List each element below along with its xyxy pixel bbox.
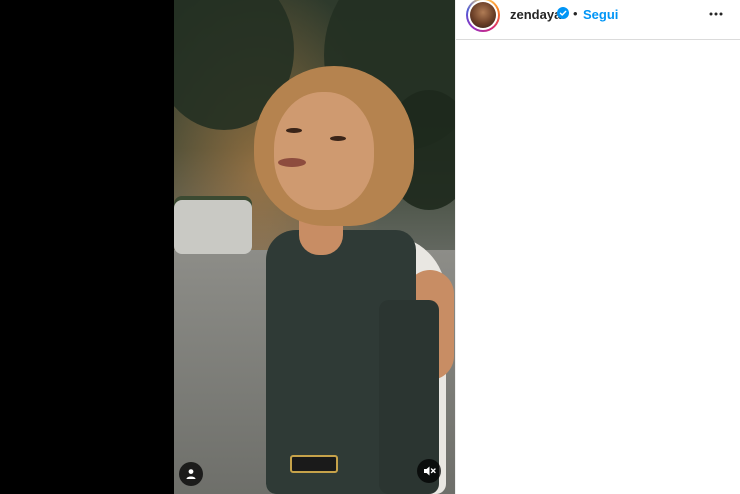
post-header: zendaya • Segui — [456, 0, 740, 40]
tagged-users-button[interactable] — [179, 462, 203, 486]
separator-dot: • — [573, 6, 578, 21]
user-tag-icon — [186, 469, 196, 479]
eye — [330, 136, 346, 141]
username-link[interactable]: zendaya — [510, 7, 561, 22]
follow-button[interactable]: Segui — [583, 7, 618, 22]
more-options-button[interactable] — [706, 4, 726, 24]
post-video[interactable] — [174, 0, 455, 494]
more-options-icon — [709, 12, 723, 16]
avatar[interactable] — [466, 0, 500, 32]
person-face — [274, 92, 374, 210]
verified-badge-icon — [557, 7, 569, 19]
eye — [286, 128, 302, 133]
mouth — [278, 158, 306, 167]
muted-speaker-icon — [423, 466, 436, 476]
post-side-panel: zendaya • Segui — [455, 0, 740, 494]
planter — [174, 200, 252, 254]
belt — [290, 455, 338, 473]
mute-toggle-button[interactable] — [417, 459, 441, 483]
avatar-photo — [470, 2, 496, 28]
avatar-border — [468, 0, 498, 30]
left-letterbox — [0, 0, 174, 494]
